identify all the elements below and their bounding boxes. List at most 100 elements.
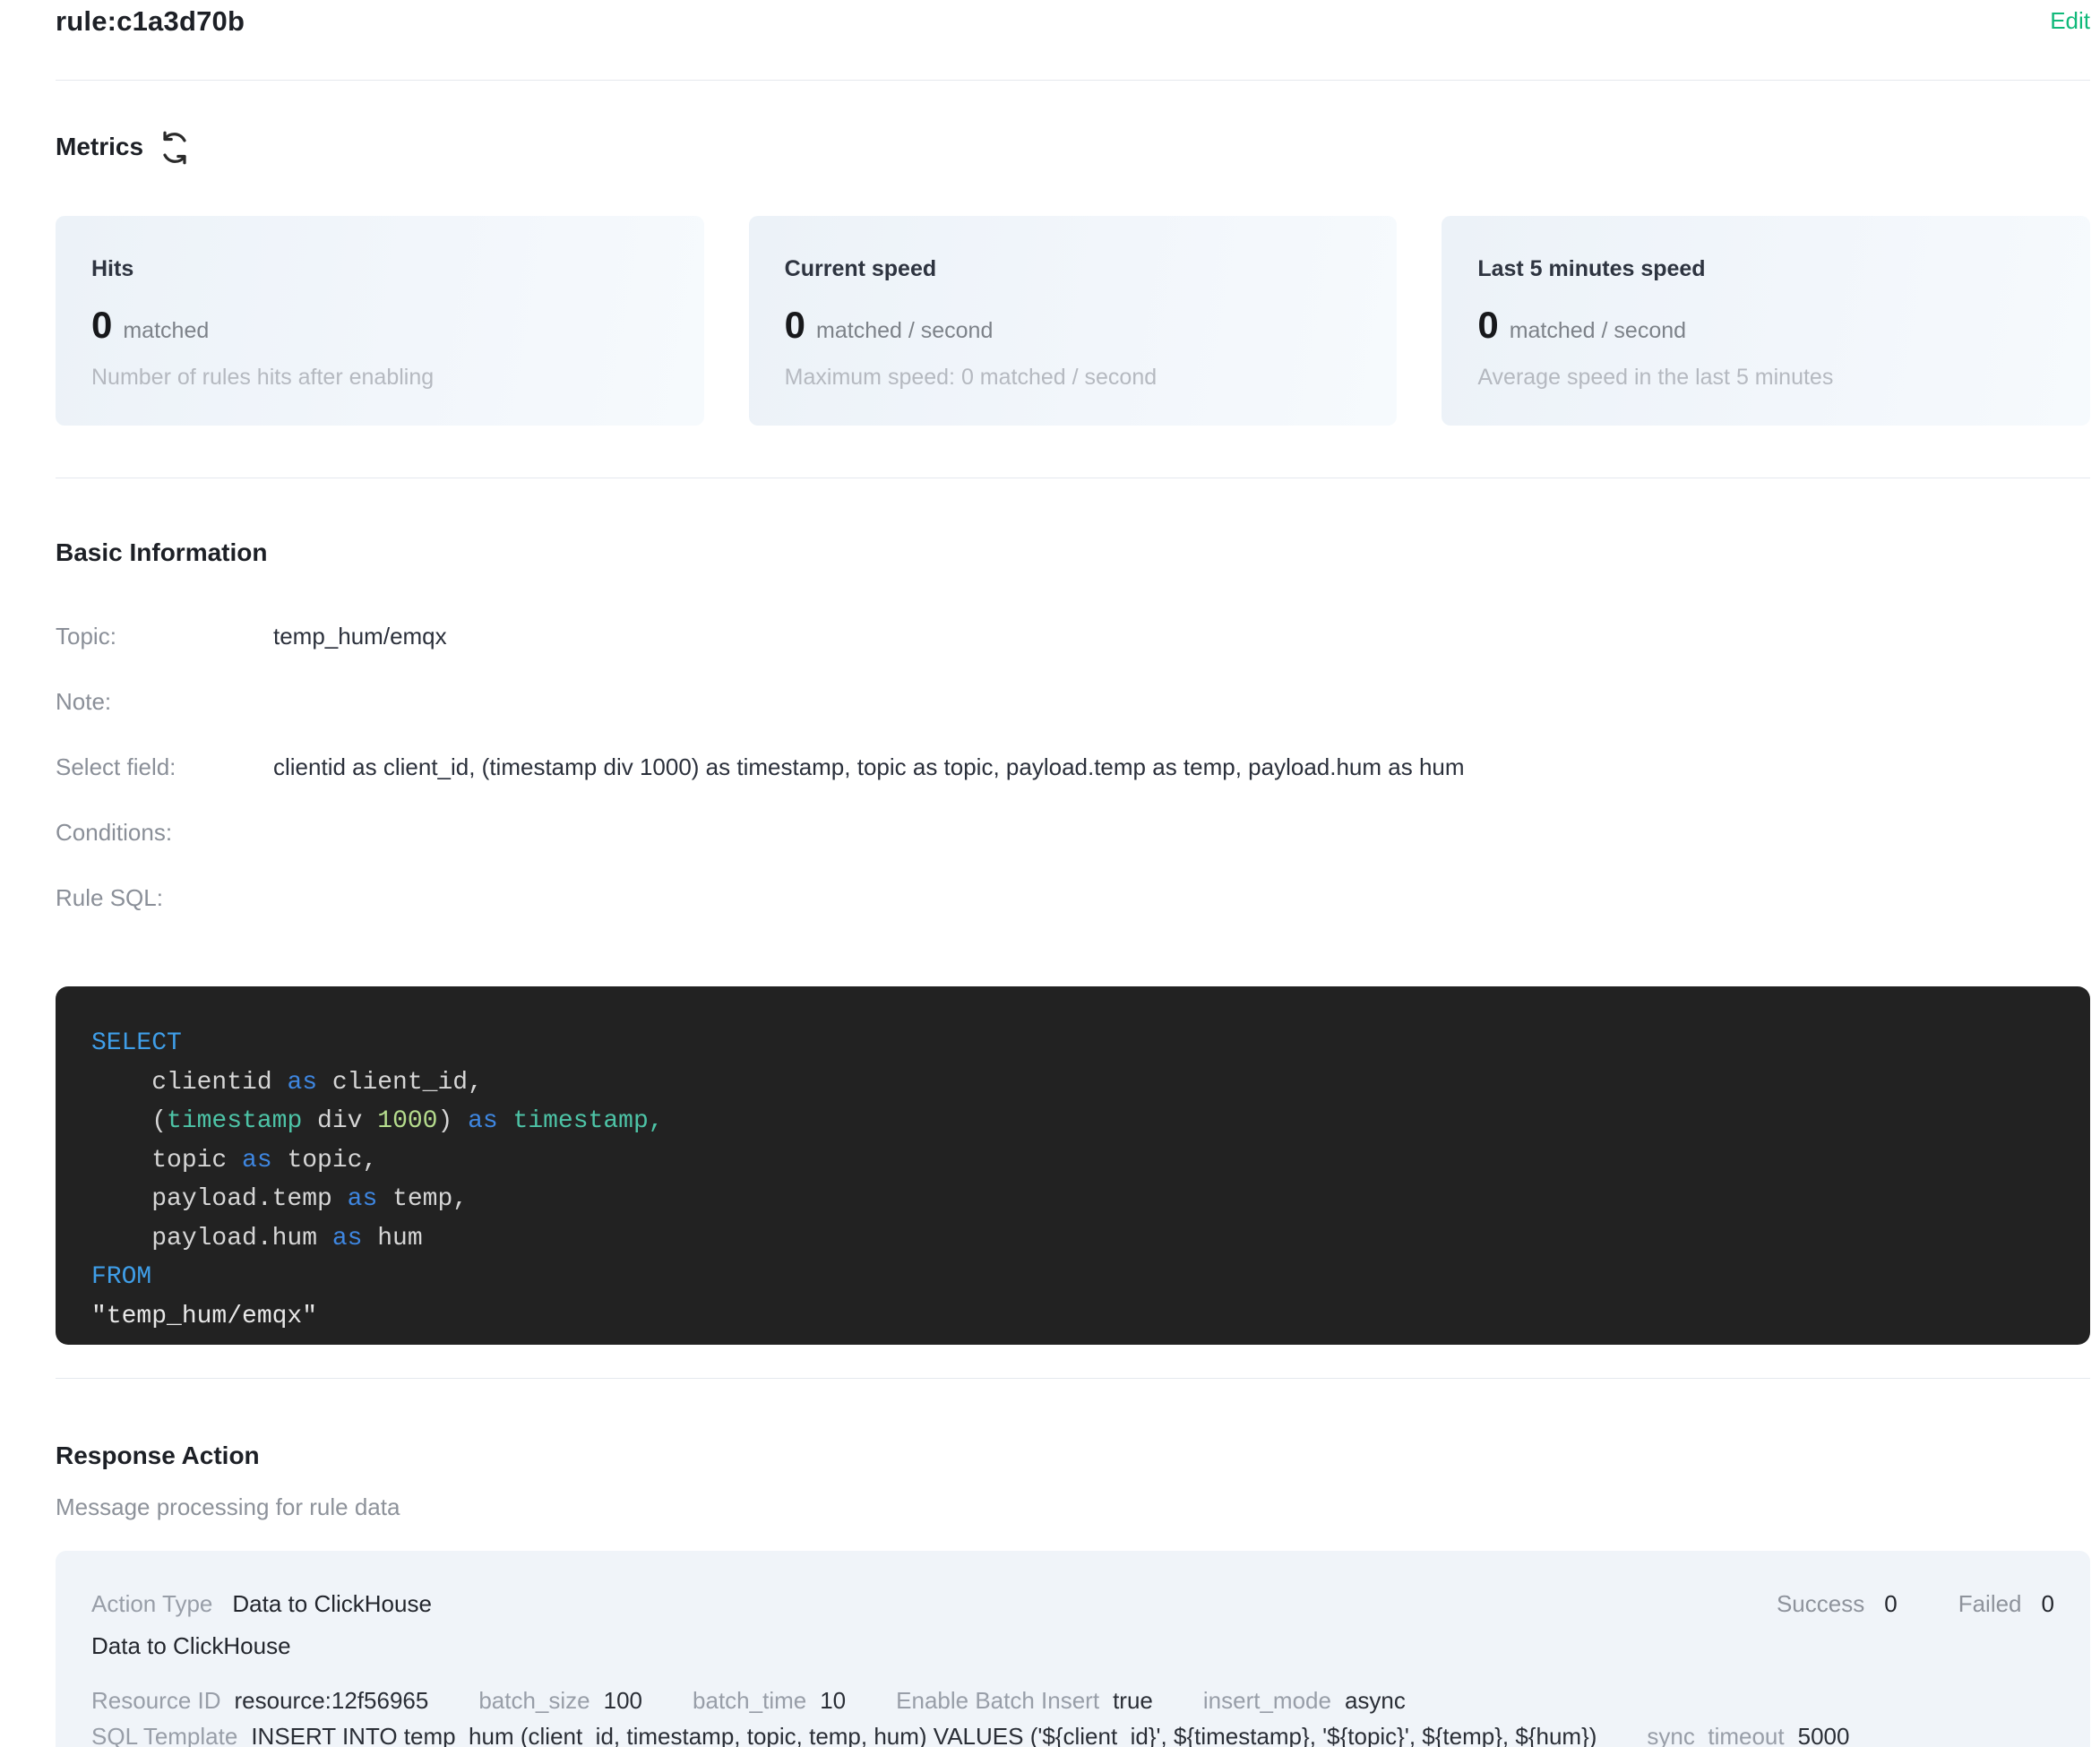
metric-title: Last 5 minutes speed	[1477, 256, 2054, 282]
code-token: SELECT	[91, 1029, 182, 1057]
param-value: INSERT INTO temp_hum (client_id, timesta…	[251, 1723, 1597, 1747]
param-label: batch_time	[693, 1687, 806, 1714]
code-token: 1000	[377, 1107, 437, 1135]
metric-value-row: 0 matched	[91, 304, 668, 347]
response-action-heading: Response Action	[56, 1441, 2090, 1470]
success-label: Success	[1777, 1590, 1864, 1618]
info-row-note: Note:	[56, 689, 2090, 715]
action-stats: Success 0 Failed 0	[1777, 1590, 2054, 1618]
code-token	[498, 1107, 513, 1135]
code-line: SELECT	[91, 1024, 2054, 1063]
metric-cards: Hits 0 matched Number of rules hits afte…	[56, 216, 2090, 426]
code-line: payload.temp as temp,	[91, 1180, 2054, 1219]
failed-label: Failed	[1958, 1590, 2022, 1618]
metric-value: 0	[785, 304, 805, 347]
action-params: Resource ID resource:12f56965 batch_size 1…	[91, 1685, 2054, 1747]
metric-value-row: 0 matched / second	[1477, 304, 2054, 347]
failed-count: 0	[2042, 1590, 2054, 1618]
basic-information-heading: Basic Information	[56, 538, 2090, 567]
metric-card-current-speed: Current speed 0 matched / second Maximum…	[749, 216, 1398, 426]
code-token: client_id,	[317, 1069, 483, 1097]
info-row-conditions: Conditions:	[56, 820, 2090, 846]
code-line: FROM	[91, 1258, 2054, 1297]
param-enable-batch-insert: Enable Batch Inserttrue	[896, 1685, 1153, 1716]
param-value: async	[1345, 1687, 1406, 1714]
info-value: clientid as client_id, (timestamp div 10…	[273, 754, 2090, 780]
success-count: 0	[1884, 1590, 1897, 1618]
page-header: rule:c1a3d70b Edit	[56, 5, 2090, 38]
metrics-heading: Metrics	[56, 133, 143, 161]
code-token: as	[242, 1147, 272, 1175]
metrics-header: Metrics	[56, 127, 2090, 167]
rule-sql-code-block: SELECT clientid as client_id, (timestamp…	[56, 986, 2090, 1345]
info-value	[273, 689, 2090, 715]
metric-value: 0	[1477, 304, 1498, 347]
code-token: clientid	[91, 1069, 287, 1097]
metric-unit: matched	[123, 318, 209, 344]
metric-description: Number of rules hits after enabling	[91, 365, 668, 391]
code-token: topic,	[272, 1147, 378, 1175]
param-value: 10	[820, 1687, 846, 1714]
info-label: Rule SQL:	[56, 885, 273, 911]
code-token: div	[302, 1107, 377, 1135]
metric-value: 0	[91, 304, 112, 347]
info-value: temp_hum/emqx	[273, 624, 2090, 650]
code-line: (timestamp div 1000) as timestamp,	[91, 1102, 2054, 1141]
code-token: "temp_hum/emqx"	[91, 1303, 317, 1330]
param-resource-id: Resource ID resource:12f56965	[91, 1685, 428, 1716]
code-token: timestamp,	[513, 1107, 664, 1135]
action-type-label: Action Type	[91, 1590, 212, 1618]
param-label: Enable Batch Insert	[896, 1687, 1099, 1714]
info-row-topic: Topic: temp_hum/emqx	[56, 624, 2090, 650]
code-token: as	[332, 1225, 363, 1252]
metric-title: Current speed	[785, 256, 1362, 282]
info-label: Conditions:	[56, 820, 273, 846]
param-label: SQL Template	[91, 1723, 237, 1747]
code-token: )	[437, 1107, 468, 1135]
info-row-select-field: Select field: clientid as client_id, (ti…	[56, 754, 2090, 780]
info-value	[273, 820, 2090, 846]
action-name: Data to ClickHouse	[91, 1632, 2054, 1660]
info-label: Topic:	[56, 624, 273, 650]
code-token: as	[348, 1185, 378, 1213]
refresh-icon[interactable]	[156, 129, 194, 167]
rule-detail-page: rule:c1a3d70b Edit Metrics Hits 0 matche…	[0, 0, 2100, 1747]
code-line: "temp_hum/emqx"	[91, 1297, 2054, 1337]
metric-unit: matched / second	[1510, 318, 1686, 344]
action-type-value: Data to ClickHouse	[232, 1590, 432, 1618]
edit-button[interactable]: Edit	[2050, 7, 2090, 35]
param-label: batch_size	[478, 1687, 590, 1714]
action-top-row: Action Type Data to ClickHouse Success 0…	[91, 1590, 2054, 1618]
code-line: payload.hum as hum	[91, 1219, 2054, 1259]
code-token: payload.temp	[91, 1185, 348, 1213]
info-label: Select field:	[56, 754, 273, 780]
response-action-card: Action Type Data to ClickHouse Success 0…	[56, 1551, 2090, 1747]
info-row-rule-sql: Rule SQL:	[56, 885, 2090, 911]
param-value: resource:12f56965	[235, 1687, 429, 1714]
metric-card-last-5-minutes-speed: Last 5 minutes speed 0 matched / second …	[1442, 216, 2090, 426]
divider	[56, 80, 2090, 81]
metric-description: Maximum speed: 0 matched / second	[785, 365, 1362, 391]
info-value	[273, 885, 2090, 911]
metric-title: Hits	[91, 256, 668, 282]
code-token: as	[287, 1069, 317, 1097]
param-insert-mode: insert_mode async	[1203, 1685, 1406, 1716]
param-value: 5000	[1798, 1723, 1850, 1747]
param-sync-timeout: sync_timeout5000	[1647, 1721, 1849, 1747]
code-token: (	[91, 1107, 167, 1135]
code-token: topic	[91, 1147, 242, 1175]
code-token: FROM	[91, 1263, 151, 1291]
code-token: timestamp	[167, 1107, 302, 1135]
divider	[56, 1378, 2090, 1379]
param-value: 100	[604, 1687, 642, 1714]
code-line: clientid as client_id,	[91, 1063, 2054, 1103]
param-batch-size: batch_size 100	[478, 1685, 642, 1716]
code-token: payload.hum	[91, 1225, 332, 1252]
code-line: topic as topic,	[91, 1141, 2054, 1181]
page-title: rule:c1a3d70b	[56, 5, 245, 38]
basic-information-rows: Topic: temp_hum/emqx Note: Select field:…	[56, 624, 2090, 951]
param-label: insert_mode	[1203, 1687, 1331, 1714]
info-label: Note:	[56, 689, 273, 715]
metric-card-hits: Hits 0 matched Number of rules hits afte…	[56, 216, 704, 426]
param-label: Resource ID	[91, 1687, 221, 1714]
